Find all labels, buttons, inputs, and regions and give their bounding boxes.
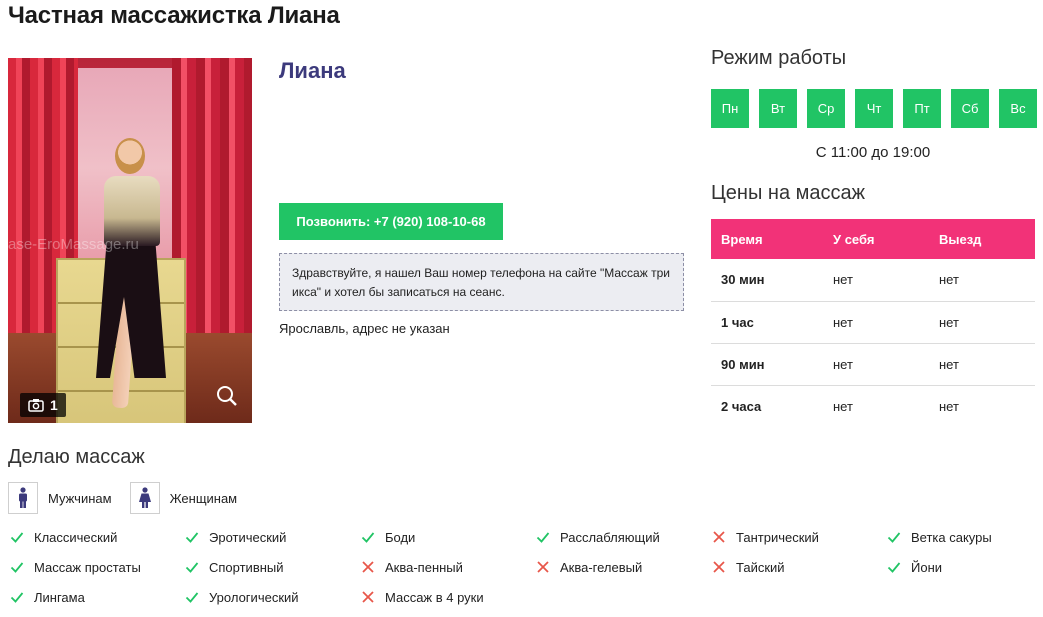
call-button[interactable]: Позвонить: +7 (920) 108-10-68 bbox=[279, 203, 503, 240]
for-women-label: Женщинам bbox=[169, 490, 238, 506]
table-row: 1 час нет нет bbox=[711, 301, 1035, 344]
cross-icon bbox=[362, 591, 374, 603]
price-time: 30 мин bbox=[711, 259, 823, 302]
photo-figure-head bbox=[115, 138, 145, 174]
female-icon bbox=[129, 482, 160, 514]
address: Ярославль, адрес не указан bbox=[279, 321, 450, 336]
day-fri: Пт bbox=[903, 89, 941, 128]
day-thu: Чт bbox=[855, 89, 893, 128]
price-outcall: нет bbox=[939, 398, 959, 414]
service-item: Спортивный bbox=[185, 558, 361, 576]
price-incall: нет bbox=[823, 301, 929, 344]
table-row: 30 мин нет нет bbox=[711, 259, 1035, 302]
check-icon bbox=[185, 592, 199, 603]
check-icon bbox=[887, 532, 901, 543]
check-icon bbox=[185, 532, 199, 543]
service-item: Классический bbox=[10, 528, 185, 546]
photo-watermark: ase-EroMassage.ru bbox=[8, 236, 139, 253]
service-label: Эротический bbox=[209, 529, 287, 545]
service-label: Лингама bbox=[34, 589, 85, 605]
schedule-title: Режим работы bbox=[711, 47, 847, 69]
service-label: Спортивный bbox=[209, 559, 284, 575]
table-row: 90 мин нет нет bbox=[711, 343, 1035, 386]
massage-title: Делаю массаж bbox=[8, 446, 145, 468]
check-icon bbox=[536, 532, 550, 543]
photo-count: 1 bbox=[50, 397, 58, 413]
camera-icon bbox=[28, 399, 44, 412]
template-message[interactable]: Здравствуйте, я нашел Ваш номер телефона… bbox=[279, 253, 684, 311]
price-incall: нет bbox=[833, 398, 853, 414]
column-header-outcall: Выезд bbox=[929, 219, 1035, 259]
zoom-icon[interactable] bbox=[216, 385, 238, 407]
profile-photo[interactable]: ase-EroMassage.ru 1 bbox=[8, 58, 252, 423]
check-icon bbox=[10, 562, 24, 573]
service-label: Массаж в 4 руки bbox=[385, 589, 484, 605]
service-label: Аква-пенный bbox=[385, 559, 463, 575]
service-item: Тантрический bbox=[712, 528, 887, 546]
service-label: Йони bbox=[911, 559, 943, 575]
check-icon bbox=[185, 562, 199, 573]
service-label: Боди bbox=[385, 529, 416, 545]
price-table: Время У себя Выезд 30 мин нет нет 1 час … bbox=[711, 219, 1035, 427]
cross-icon bbox=[713, 561, 725, 573]
service-item: Расслабляющий bbox=[536, 528, 712, 546]
day-tue: Вт bbox=[759, 89, 797, 128]
price-incall: нет bbox=[823, 259, 929, 302]
day-mon: Пн bbox=[711, 89, 749, 128]
service-item: Эротический bbox=[185, 528, 361, 546]
day-sat: Сб bbox=[951, 89, 989, 128]
prices-title: Цены на массаж bbox=[711, 182, 865, 204]
cross-icon bbox=[713, 531, 725, 543]
service-label: Тантрический bbox=[736, 529, 819, 545]
service-item: Ветка сакуры bbox=[887, 528, 1040, 546]
service-item: Тайский bbox=[712, 558, 887, 576]
service-label: Расслабляющий bbox=[560, 529, 660, 545]
for-whom: Мужчинам Женщинам bbox=[8, 482, 245, 514]
check-icon bbox=[10, 592, 24, 603]
service-item: Боди bbox=[361, 528, 536, 546]
photo-count-badge[interactable]: 1 bbox=[20, 393, 66, 417]
cross-icon bbox=[537, 561, 549, 573]
table-row: 2 часа нет нет bbox=[711, 385, 1035, 427]
check-icon bbox=[887, 562, 901, 573]
price-time: 90 мин bbox=[711, 343, 823, 386]
service-item: Массаж в 4 руки bbox=[361, 588, 536, 606]
service-label: Массаж простаты bbox=[34, 559, 141, 575]
service-item: Йони bbox=[887, 558, 1040, 576]
page-title: Частная массажистка Лиана bbox=[8, 2, 340, 29]
price-time: 2 часа bbox=[721, 398, 762, 414]
service-label: Ветка сакуры bbox=[911, 529, 992, 545]
service-item: Аква-гелевый bbox=[536, 558, 712, 576]
price-incall: нет bbox=[823, 343, 929, 386]
price-outcall: нет bbox=[929, 259, 1035, 302]
for-men-label: Мужчинам bbox=[48, 490, 112, 506]
day-sun: Вс bbox=[999, 89, 1037, 128]
price-outcall: нет bbox=[929, 301, 1035, 344]
service-item: Массаж простаты bbox=[10, 558, 185, 576]
price-time: 1 час bbox=[711, 301, 823, 344]
service-label: Урологический bbox=[209, 589, 299, 605]
working-hours: С 11:00 до 19:00 bbox=[815, 144, 931, 161]
profile-name: Лиана bbox=[279, 58, 346, 83]
service-item: Урологический bbox=[185, 588, 361, 606]
check-icon bbox=[361, 532, 375, 543]
service-label: Тайский bbox=[736, 559, 785, 575]
service-label: Аква-гелевый bbox=[560, 559, 643, 575]
check-icon bbox=[10, 532, 24, 543]
service-item: Лингама bbox=[10, 588, 185, 606]
day-wed: Ср bbox=[807, 89, 845, 128]
column-header-incall: У себя bbox=[823, 219, 929, 259]
male-icon bbox=[8, 482, 38, 514]
schedule-days: Пн Вт Ср Чт Пт Сб Вс bbox=[711, 89, 1037, 128]
price-outcall: нет bbox=[929, 343, 1035, 386]
price-table-header: Время У себя Выезд bbox=[711, 219, 1035, 259]
column-header-time: Время bbox=[711, 219, 823, 259]
cross-icon bbox=[362, 561, 374, 573]
services-list: Классический Эротический Боди Расслабляющий… bbox=[10, 528, 1040, 606]
service-item: Аква-пенный bbox=[361, 558, 536, 576]
service-label: Классический bbox=[34, 529, 118, 545]
